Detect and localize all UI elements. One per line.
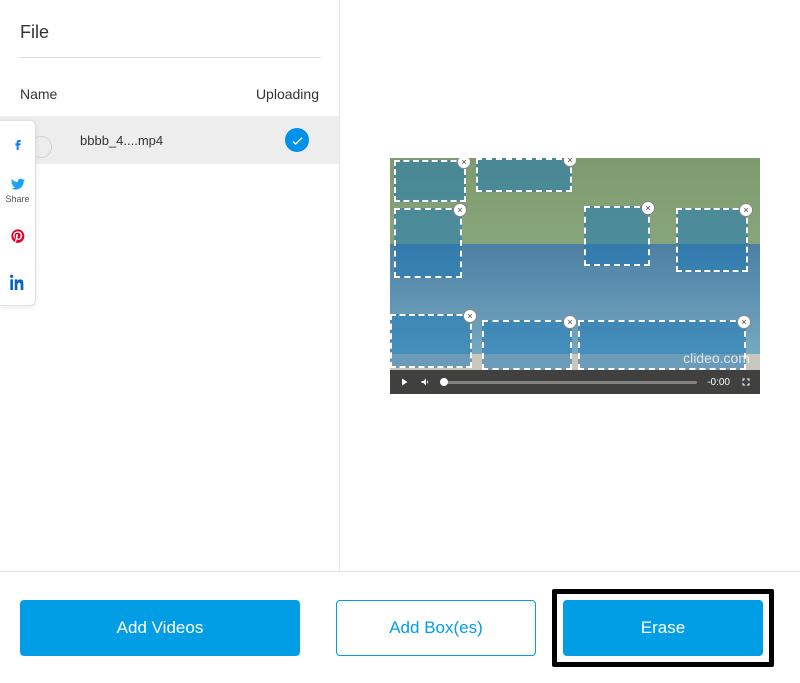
selection-box[interactable]: × [390, 314, 472, 368]
progress-handle[interactable] [440, 378, 448, 386]
selection-close-icon[interactable]: × [739, 203, 753, 217]
file-heading: File [0, 0, 339, 57]
selection-close-icon[interactable]: × [641, 201, 655, 215]
selection-box[interactable]: × [482, 320, 572, 370]
erase-button[interactable]: Erase [563, 600, 763, 656]
file-name: bbbb_4....mp4 [40, 133, 163, 148]
volume-button[interactable] [420, 376, 432, 388]
selection-close-icon[interactable]: × [563, 315, 577, 329]
share-facebook[interactable] [0, 121, 35, 167]
selection-box[interactable]: × [584, 206, 650, 266]
social-share-bar: Share [0, 120, 36, 306]
erase-highlight-frame: Erase [552, 589, 774, 667]
selection-close-icon[interactable]: × [463, 309, 477, 323]
selection-box[interactable]: × [394, 160, 466, 202]
upload-complete-icon [285, 128, 309, 152]
add-boxes-button[interactable]: Add Box(es) [336, 600, 536, 656]
time-remaining: -0:00 [707, 377, 730, 388]
column-status: Uploading [256, 86, 319, 102]
share-twitter-label: Share [5, 194, 29, 204]
selection-close-icon[interactable]: × [737, 315, 751, 329]
video-preview[interactable]: ×××××××× clideo.com -0:00 [390, 158, 760, 394]
video-controls: -0:00 [390, 370, 760, 394]
bottom-bar: Add Videos Add Box(es) Erase [0, 571, 800, 683]
share-linkedin[interactable] [0, 259, 35, 305]
share-twitter[interactable]: Share [0, 167, 35, 213]
file-row[interactable]: bbbb_4....mp4 [0, 116, 339, 164]
selection-box[interactable]: × [676, 208, 748, 272]
progress-bar[interactable] [442, 381, 697, 384]
fullscreen-button[interactable] [740, 376, 752, 388]
column-headers: Name Uploading [0, 58, 339, 116]
add-videos-button[interactable]: Add Videos [20, 600, 300, 656]
selection-close-icon[interactable]: × [453, 203, 467, 217]
share-pinterest[interactable] [0, 213, 35, 259]
selection-box[interactable]: × [476, 158, 572, 192]
watermark-text: clideo.com [683, 350, 750, 366]
selection-box[interactable]: × [394, 208, 462, 278]
play-button[interactable] [398, 376, 410, 388]
column-name: Name [20, 86, 57, 102]
